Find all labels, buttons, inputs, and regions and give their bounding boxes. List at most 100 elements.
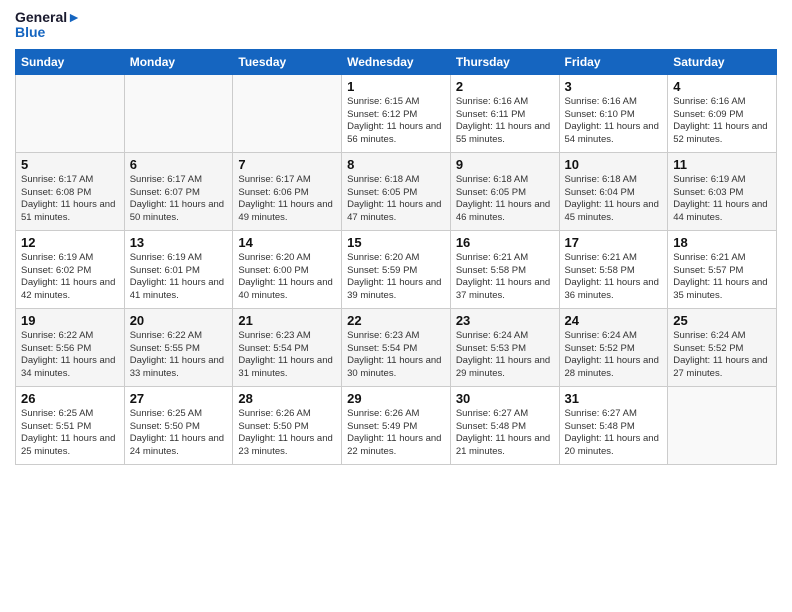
day-info: Sunrise: 6:23 AMSunset: 5:54 PMDaylight:… xyxy=(347,330,445,381)
day-number: 26 xyxy=(21,391,119,406)
calendar-cell: 25 Sunrise: 6:24 AMSunset: 5:52 PMDaylig… xyxy=(668,308,777,386)
day-number: 21 xyxy=(238,313,336,328)
calendar-cell: 21 Sunrise: 6:23 AMSunset: 5:54 PMDaylig… xyxy=(233,308,342,386)
day-number: 22 xyxy=(347,313,445,328)
calendar-container: General► Blue SundayMondayTuesdayWednesd… xyxy=(0,0,792,475)
day-info: Sunrise: 6:20 AMSunset: 5:59 PMDaylight:… xyxy=(347,252,445,303)
day-info: Sunrise: 6:24 AMSunset: 5:52 PMDaylight:… xyxy=(673,330,771,381)
calendar-header: SundayMondayTuesdayWednesdayThursdayFrid… xyxy=(16,49,777,74)
calendar-cell: 18 Sunrise: 6:21 AMSunset: 5:57 PMDaylig… xyxy=(668,230,777,308)
calendar-cell: 15 Sunrise: 6:20 AMSunset: 5:59 PMDaylig… xyxy=(342,230,451,308)
calendar-cell: 2 Sunrise: 6:16 AMSunset: 6:11 PMDayligh… xyxy=(450,74,559,152)
weekday-header-monday: Monday xyxy=(124,49,233,74)
calendar-table: SundayMondayTuesdayWednesdayThursdayFrid… xyxy=(15,49,777,465)
day-number: 16 xyxy=(456,235,554,250)
calendar-cell: 7 Sunrise: 6:17 AMSunset: 6:06 PMDayligh… xyxy=(233,152,342,230)
day-info: Sunrise: 6:18 AMSunset: 6:05 PMDaylight:… xyxy=(456,174,554,225)
day-number: 20 xyxy=(130,313,228,328)
calendar-cell: 28 Sunrise: 6:26 AMSunset: 5:50 PMDaylig… xyxy=(233,386,342,464)
logo: General► Blue xyxy=(15,10,81,41)
calendar-cell: 11 Sunrise: 6:19 AMSunset: 6:03 PMDaylig… xyxy=(668,152,777,230)
header: General► Blue xyxy=(15,10,777,41)
day-number: 10 xyxy=(565,157,663,172)
day-info: Sunrise: 6:21 AMSunset: 5:58 PMDaylight:… xyxy=(456,252,554,303)
day-info: Sunrise: 6:24 AMSunset: 5:53 PMDaylight:… xyxy=(456,330,554,381)
day-info: Sunrise: 6:17 AMSunset: 6:08 PMDaylight:… xyxy=(21,174,119,225)
day-number: 29 xyxy=(347,391,445,406)
calendar-cell xyxy=(668,386,777,464)
calendar-cell: 4 Sunrise: 6:16 AMSunset: 6:09 PMDayligh… xyxy=(668,74,777,152)
day-info: Sunrise: 6:23 AMSunset: 5:54 PMDaylight:… xyxy=(238,330,336,381)
day-number: 23 xyxy=(456,313,554,328)
day-number: 31 xyxy=(565,391,663,406)
day-number: 6 xyxy=(130,157,228,172)
day-number: 15 xyxy=(347,235,445,250)
day-number: 18 xyxy=(673,235,771,250)
calendar-cell xyxy=(233,74,342,152)
day-info: Sunrise: 6:20 AMSunset: 6:00 PMDaylight:… xyxy=(238,252,336,303)
day-info: Sunrise: 6:26 AMSunset: 5:49 PMDaylight:… xyxy=(347,408,445,459)
weekday-header-tuesday: Tuesday xyxy=(233,49,342,74)
calendar-cell: 20 Sunrise: 6:22 AMSunset: 5:55 PMDaylig… xyxy=(124,308,233,386)
day-number: 3 xyxy=(565,79,663,94)
day-info: Sunrise: 6:16 AMSunset: 6:10 PMDaylight:… xyxy=(565,96,663,147)
calendar-cell: 14 Sunrise: 6:20 AMSunset: 6:00 PMDaylig… xyxy=(233,230,342,308)
calendar-cell: 12 Sunrise: 6:19 AMSunset: 6:02 PMDaylig… xyxy=(16,230,125,308)
day-info: Sunrise: 6:19 AMSunset: 6:01 PMDaylight:… xyxy=(130,252,228,303)
day-number: 9 xyxy=(456,157,554,172)
calendar-cell: 29 Sunrise: 6:26 AMSunset: 5:49 PMDaylig… xyxy=(342,386,451,464)
calendar-cell: 6 Sunrise: 6:17 AMSunset: 6:07 PMDayligh… xyxy=(124,152,233,230)
day-number: 2 xyxy=(456,79,554,94)
day-info: Sunrise: 6:17 AMSunset: 6:07 PMDaylight:… xyxy=(130,174,228,225)
day-number: 5 xyxy=(21,157,119,172)
day-info: Sunrise: 6:19 AMSunset: 6:02 PMDaylight:… xyxy=(21,252,119,303)
day-info: Sunrise: 6:15 AMSunset: 6:12 PMDaylight:… xyxy=(347,96,445,147)
calendar-cell: 3 Sunrise: 6:16 AMSunset: 6:10 PMDayligh… xyxy=(559,74,668,152)
weekday-header-wednesday: Wednesday xyxy=(342,49,451,74)
calendar-cell: 17 Sunrise: 6:21 AMSunset: 5:58 PMDaylig… xyxy=(559,230,668,308)
day-info: Sunrise: 6:25 AMSunset: 5:51 PMDaylight:… xyxy=(21,408,119,459)
weekday-header-thursday: Thursday xyxy=(450,49,559,74)
calendar-cell: 16 Sunrise: 6:21 AMSunset: 5:58 PMDaylig… xyxy=(450,230,559,308)
calendar-cell: 1 Sunrise: 6:15 AMSunset: 6:12 PMDayligh… xyxy=(342,74,451,152)
day-info: Sunrise: 6:24 AMSunset: 5:52 PMDaylight:… xyxy=(565,330,663,381)
calendar-cell: 5 Sunrise: 6:17 AMSunset: 6:08 PMDayligh… xyxy=(16,152,125,230)
day-number: 17 xyxy=(565,235,663,250)
day-number: 14 xyxy=(238,235,336,250)
day-info: Sunrise: 6:19 AMSunset: 6:03 PMDaylight:… xyxy=(673,174,771,225)
weekday-header-friday: Friday xyxy=(559,49,668,74)
calendar-cell xyxy=(124,74,233,152)
day-number: 25 xyxy=(673,313,771,328)
day-info: Sunrise: 6:16 AMSunset: 6:09 PMDaylight:… xyxy=(673,96,771,147)
day-number: 8 xyxy=(347,157,445,172)
day-info: Sunrise: 6:26 AMSunset: 5:50 PMDaylight:… xyxy=(238,408,336,459)
calendar-cell: 13 Sunrise: 6:19 AMSunset: 6:01 PMDaylig… xyxy=(124,230,233,308)
calendar-cell xyxy=(16,74,125,152)
day-info: Sunrise: 6:21 AMSunset: 5:58 PMDaylight:… xyxy=(565,252,663,303)
day-number: 19 xyxy=(21,313,119,328)
weekday-header-saturday: Saturday xyxy=(668,49,777,74)
day-info: Sunrise: 6:22 AMSunset: 5:55 PMDaylight:… xyxy=(130,330,228,381)
day-number: 30 xyxy=(456,391,554,406)
calendar-cell: 26 Sunrise: 6:25 AMSunset: 5:51 PMDaylig… xyxy=(16,386,125,464)
day-info: Sunrise: 6:17 AMSunset: 6:06 PMDaylight:… xyxy=(238,174,336,225)
day-number: 7 xyxy=(238,157,336,172)
day-info: Sunrise: 6:22 AMSunset: 5:56 PMDaylight:… xyxy=(21,330,119,381)
calendar-cell: 10 Sunrise: 6:18 AMSunset: 6:04 PMDaylig… xyxy=(559,152,668,230)
day-info: Sunrise: 6:18 AMSunset: 6:05 PMDaylight:… xyxy=(347,174,445,225)
day-number: 28 xyxy=(238,391,336,406)
weekday-header-sunday: Sunday xyxy=(16,49,125,74)
calendar-cell: 8 Sunrise: 6:18 AMSunset: 6:05 PMDayligh… xyxy=(342,152,451,230)
calendar-cell: 27 Sunrise: 6:25 AMSunset: 5:50 PMDaylig… xyxy=(124,386,233,464)
day-number: 1 xyxy=(347,79,445,94)
day-info: Sunrise: 6:25 AMSunset: 5:50 PMDaylight:… xyxy=(130,408,228,459)
day-number: 11 xyxy=(673,157,771,172)
day-info: Sunrise: 6:27 AMSunset: 5:48 PMDaylight:… xyxy=(456,408,554,459)
calendar-cell: 24 Sunrise: 6:24 AMSunset: 5:52 PMDaylig… xyxy=(559,308,668,386)
calendar-cell: 9 Sunrise: 6:18 AMSunset: 6:05 PMDayligh… xyxy=(450,152,559,230)
day-info: Sunrise: 6:27 AMSunset: 5:48 PMDaylight:… xyxy=(565,408,663,459)
day-number: 12 xyxy=(21,235,119,250)
calendar-cell: 19 Sunrise: 6:22 AMSunset: 5:56 PMDaylig… xyxy=(16,308,125,386)
day-info: Sunrise: 6:21 AMSunset: 5:57 PMDaylight:… xyxy=(673,252,771,303)
calendar-cell: 31 Sunrise: 6:27 AMSunset: 5:48 PMDaylig… xyxy=(559,386,668,464)
